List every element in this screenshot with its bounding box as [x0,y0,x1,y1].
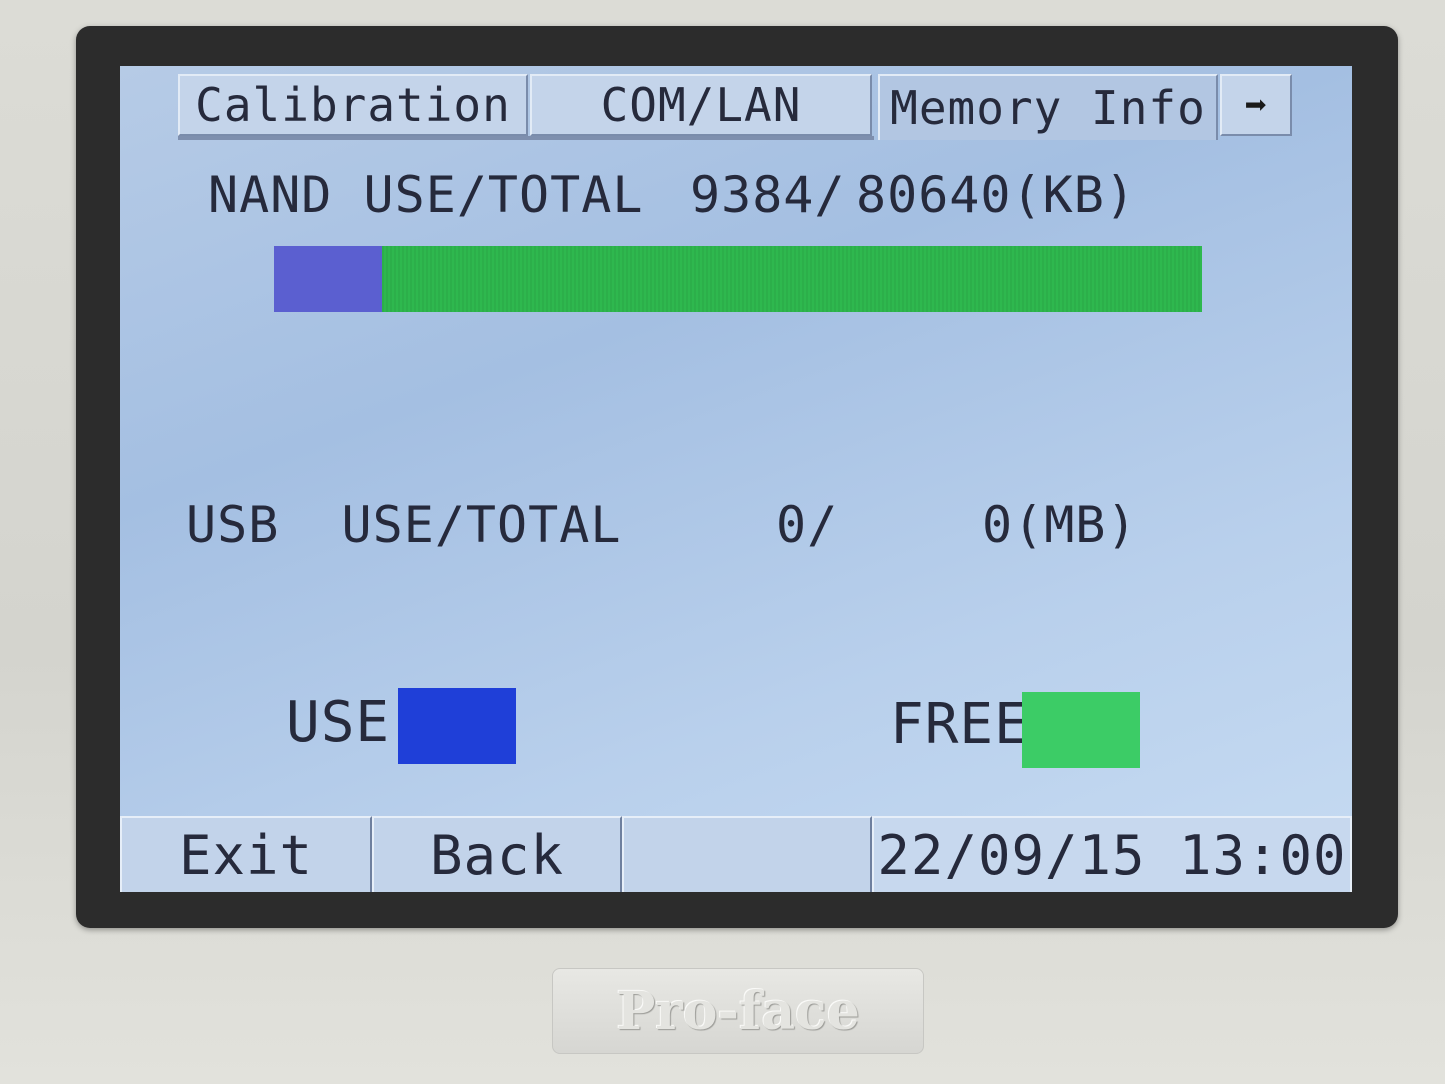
datetime-display: 22/09/15 13:00 [872,816,1352,892]
arrow-right-icon: ➡ [1244,83,1268,127]
nand-label: NAND USE/TOTAL [208,166,644,224]
exit-button[interactable]: Exit [120,816,372,892]
tab-com-lan-label: COM/LAN [600,78,802,132]
tab-calibration[interactable]: Calibration [178,74,528,136]
usb-used-value: 0/ [776,496,839,554]
back-button[interactable]: Back [372,816,622,892]
brand-logo: Pro-face [552,968,924,1054]
nand-used-value: 9384/ [690,166,846,224]
tab-memory-info[interactable]: Memory Info [878,74,1218,140]
nand-usage-bar [274,246,1202,312]
legend-use-swatch [398,688,516,764]
legend-free-label: FREE [890,692,1029,757]
legend-use-label: USE [286,690,391,755]
exit-button-label: Exit [178,823,314,887]
legend-free-swatch [1022,692,1140,768]
hmi-screen: Calibration COM/LAN Memory Info ➡ NAND U… [120,66,1352,892]
tab-memory-info-label: Memory Info [890,81,1206,135]
usb-label: USB USE/TOTAL [186,496,622,554]
nand-total-value: 80640(KB) [856,166,1136,224]
blank-button[interactable] [622,816,872,892]
brand-logo-text: Pro-face [616,980,860,1042]
nand-usage-used-fill [274,246,382,312]
tab-next-button[interactable]: ➡ [1220,74,1292,136]
tab-divider [178,136,874,140]
back-button-label: Back [429,823,565,887]
tab-calibration-label: Calibration [195,78,511,132]
datetime-text: 22/09/15 13:00 [877,823,1347,887]
usb-total-value: 0(MB) [982,496,1138,554]
tab-com-lan[interactable]: COM/LAN [530,74,872,136]
